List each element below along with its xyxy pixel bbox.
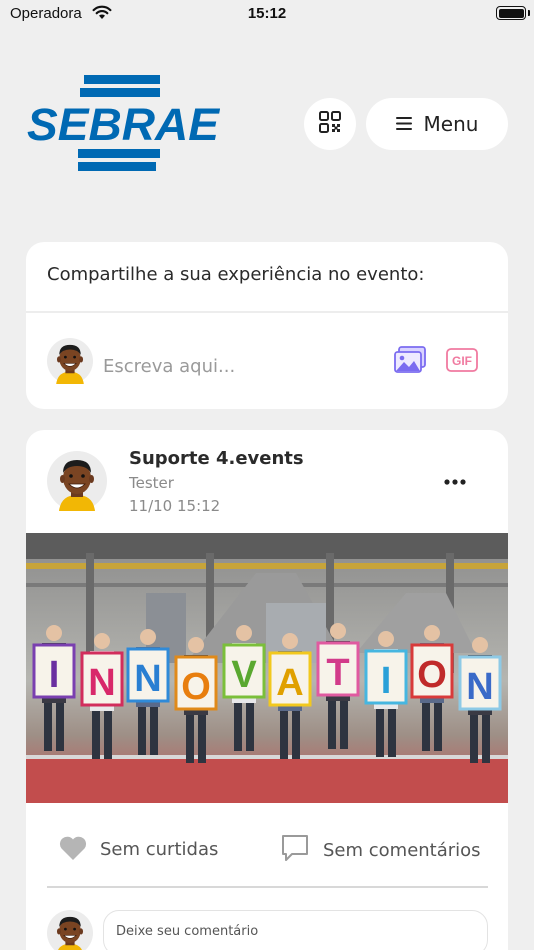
comment-bubble-icon [281,834,309,866]
post-timestamp: 11/10 15:12 [129,497,221,515]
image-upload-icon[interactable] [394,346,426,378]
post-author-avatar[interactable] [47,451,107,511]
photo-letter: N [134,658,161,700]
logo-text: SEBRAE [27,99,220,150]
avatar [47,910,93,950]
avatar [47,338,93,384]
post-image[interactable]: INNOVATION [26,533,508,803]
comment-input[interactable]: Deixe seu comentário [103,910,488,950]
hamburger-icon [395,115,412,134]
menu-label: Menu [423,112,479,136]
post-card: Suporte 4.events Tester 11/10 15:12 I N … [26,430,508,950]
composer-title: Compartilhe a sua experiência no evento: [47,264,425,285]
more-options-button[interactable] [440,472,470,492]
qr-code-button[interactable] [304,98,356,150]
comments-label: Sem comentários [323,839,481,861]
comments-button[interactable]: Sem comentários [281,834,481,866]
photo-letter: V [231,654,257,696]
photo-letter: N [88,662,115,704]
sebrae-logo: SEBRAE [26,75,221,171]
status-bar: Operadora 15:12 [0,0,534,28]
post-author-name[interactable]: Suporte 4.events [129,448,304,469]
post-author-role: Tester [129,474,174,492]
battery-icon [496,6,526,20]
more-options-icon [444,479,466,485]
heart-icon [58,834,88,865]
photo-letter: I [381,660,392,702]
like-button[interactable]: Sem curtidas [58,834,218,865]
gif-label: GIF [452,354,472,368]
composer-input[interactable]: Escreva aqui... [103,356,235,377]
post-composer: Compartilhe a sua experiência no evento:… [26,242,508,409]
photo-letter: O [417,654,447,696]
photo-letter: O [181,666,211,708]
composer-divider [26,311,508,313]
photo-letter: T [326,652,349,694]
comment-placeholder: Deixe seu comentário [116,924,259,939]
qr-code-icon [319,111,341,137]
photo-letter: N [466,666,493,708]
status-time: 15:12 [247,5,287,22]
photo-letter: A [276,662,303,704]
likes-label: Sem curtidas [100,839,219,860]
post-divider [47,886,488,888]
menu-button[interactable]: Menu [366,98,508,150]
gif-button[interactable]: GIF [446,348,478,376]
photo-letter: I [49,654,60,696]
